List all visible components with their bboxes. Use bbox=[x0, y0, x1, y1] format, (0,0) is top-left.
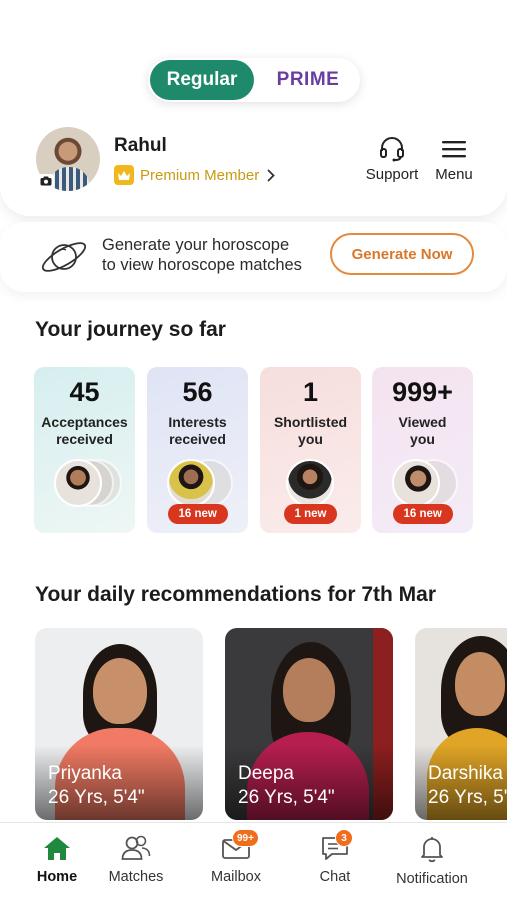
bottom-navigation: Home Matches 99+ Mailbox 3 Chat Notifica… bbox=[0, 822, 507, 900]
horoscope-line-2: to view horoscope matches bbox=[102, 256, 302, 274]
stat-card-viewed[interactable]: 999+ Viewed you 16 new bbox=[372, 367, 473, 533]
stat-card-shortlisted[interactable]: 1 Shortlisted you 1 new bbox=[260, 367, 361, 533]
nav-chat[interactable]: 3 Chat bbox=[313, 829, 357, 885]
toggle-regular[interactable]: Regular bbox=[150, 60, 254, 100]
recommendation-card[interactable]: Priyanka 26 Yrs, 5'4" bbox=[35, 628, 203, 820]
nav-label: Notification bbox=[396, 871, 468, 887]
stat-count: 45 bbox=[69, 377, 100, 407]
avatar-shirt bbox=[48, 167, 90, 191]
stat-label-line-1: Acceptances bbox=[41, 414, 128, 430]
profile-name: Rahul bbox=[114, 135, 167, 156]
stat-card-interests[interactable]: 56 Interests received 16 new bbox=[147, 367, 248, 533]
journey-title: Your journey so far bbox=[35, 318, 226, 341]
menu-button[interactable]: Menu bbox=[430, 136, 478, 183]
menu-label: Menu bbox=[435, 166, 473, 183]
profile-photo-face bbox=[283, 658, 335, 722]
chat-badge: 3 bbox=[335, 829, 353, 847]
stat-count: 56 bbox=[182, 377, 213, 407]
horoscope-line-1: Generate your horoscope bbox=[102, 236, 290, 254]
toggle-prime[interactable]: PRIME bbox=[260, 60, 356, 100]
nav-label: Home bbox=[36, 869, 78, 885]
profile-photo-face bbox=[93, 658, 147, 724]
nav-notification[interactable]: Notification bbox=[392, 835, 472, 887]
nav-label: Mailbox bbox=[211, 869, 261, 885]
profile-thumb bbox=[286, 459, 334, 507]
stat-label: Acceptances received bbox=[41, 414, 127, 448]
recommendations-title: Your daily recommendations for 7th Mar bbox=[35, 583, 437, 606]
stat-label-line-2: received bbox=[169, 431, 226, 447]
recommendation-card[interactable]: Deepa 26 Yrs, 5'4" bbox=[225, 628, 393, 820]
nav-matches[interactable]: Matches bbox=[106, 835, 166, 885]
generate-now-button[interactable]: Generate Now bbox=[330, 233, 474, 275]
horoscope-text: Generate your horoscope to view horoscop… bbox=[102, 235, 302, 275]
profile-header: Regular PRIME Rahul Premium Member Suppo… bbox=[0, 0, 507, 216]
stat-count: 1 bbox=[302, 377, 319, 407]
nav-mailbox[interactable]: 99+ Mailbox bbox=[206, 829, 266, 885]
camera-icon[interactable] bbox=[38, 174, 54, 188]
support-button[interactable]: Support bbox=[364, 136, 420, 183]
nav-label: Matches bbox=[108, 869, 164, 885]
stat-label-line-2: you bbox=[298, 431, 323, 447]
headset-icon bbox=[380, 137, 404, 162]
horoscope-banner: Generate your horoscope to view horoscop… bbox=[0, 222, 507, 292]
profile-photo-face bbox=[455, 652, 505, 716]
profile-details: 26 Yrs, 5'4" bbox=[238, 787, 335, 808]
home-icon bbox=[44, 837, 70, 860]
new-count-badge: 16 new bbox=[392, 504, 453, 524]
planet-icon bbox=[41, 242, 87, 272]
matches-icon bbox=[121, 835, 151, 860]
mailbox-badge: 99+ bbox=[232, 829, 259, 847]
recommendation-card[interactable]: Darshika 26 Yrs, 5'4" bbox=[415, 628, 507, 820]
support-label: Support bbox=[365, 166, 419, 183]
stat-label-line-2: you bbox=[410, 431, 435, 447]
stat-label-line-1: Interests bbox=[168, 414, 227, 430]
stat-label: Viewed you bbox=[399, 414, 447, 448]
stat-count: 999+ bbox=[392, 377, 453, 407]
profile-name: Deepa bbox=[238, 763, 294, 784]
stat-label-line-1: Shortlisted bbox=[273, 414, 348, 430]
membership-label: Premium Member bbox=[140, 166, 260, 184]
profile-thumb bbox=[392, 459, 440, 507]
stat-label: Interests received bbox=[168, 414, 226, 448]
stat-label: Shortlisted you bbox=[274, 414, 347, 448]
plan-toggle[interactable]: Regular PRIME bbox=[148, 58, 360, 102]
nav-label: Chat bbox=[319, 869, 351, 885]
nav-home[interactable]: Home bbox=[36, 835, 78, 885]
stat-label-line-1: Viewed bbox=[398, 414, 447, 430]
chevron-right-icon bbox=[267, 169, 275, 182]
new-count-badge: 1 new bbox=[283, 504, 338, 524]
profile-thumb bbox=[167, 459, 215, 507]
hamburger-icon bbox=[442, 141, 466, 158]
profile-thumb bbox=[54, 459, 102, 507]
crown-icon bbox=[114, 165, 134, 185]
bell-icon bbox=[421, 837, 443, 863]
profile-details: 26 Yrs, 5'4" bbox=[48, 787, 145, 808]
membership-link[interactable]: Premium Member bbox=[114, 164, 275, 186]
stat-card-acceptances[interactable]: 45 Acceptances received bbox=[34, 367, 135, 533]
stat-label-line-2: received bbox=[56, 431, 113, 447]
profile-name: Priyanka bbox=[48, 763, 122, 784]
new-count-badge: 16 new bbox=[167, 504, 228, 524]
profile-details: 26 Yrs, 5'4" bbox=[428, 787, 507, 808]
profile-name: Darshika bbox=[428, 763, 503, 784]
